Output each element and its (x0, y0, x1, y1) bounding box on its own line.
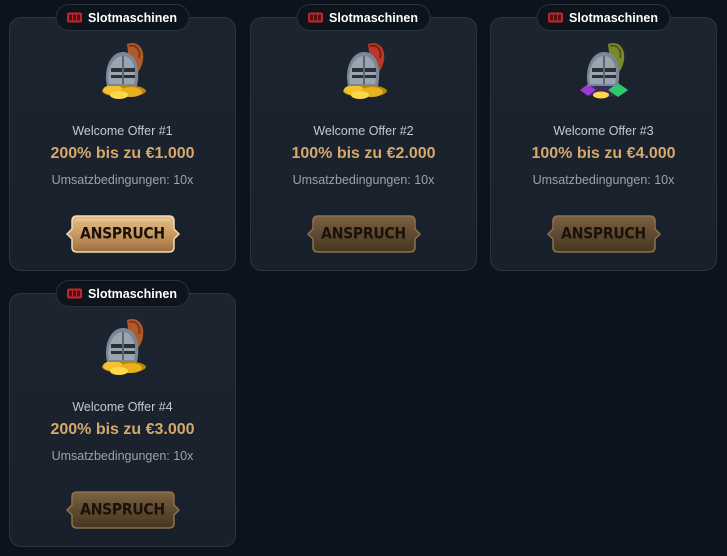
category-label: Slotmaschinen (329, 10, 418, 25)
offer-amount: 100% bis zu €4.000 (531, 145, 676, 162)
claim-button[interactable]: ANSPRUCH (304, 212, 424, 256)
category-label: Slotmaschinen (88, 286, 177, 301)
claim-button[interactable]: ANSPRUCH (63, 488, 183, 532)
category-badge: Slotmaschinen (296, 4, 431, 31)
offer-card: Slotmaschinen Welcome Offer #1 200% bis … (9, 4, 236, 271)
claim-button-label: ANSPRUCH (80, 224, 165, 244)
slot-machine-icon (66, 12, 82, 23)
offer-title: Welcome Offer #1 (72, 124, 173, 138)
offer-card: Slotmaschinen Welcome Offer #3 100% bis … (490, 4, 717, 271)
claim-button-label: ANSPRUCH (321, 224, 406, 244)
knight-helmet-gems-icon (579, 42, 628, 99)
slot-machine-icon (547, 12, 563, 23)
offer-card: Slotmaschinen Welcome Offer #4 200% bis … (9, 280, 236, 547)
claim-button[interactable]: ANSPRUCH (63, 212, 183, 256)
category-badge: Slotmaschinen (55, 280, 190, 307)
offer-amount: 200% bis zu €1.000 (50, 145, 195, 162)
claim-button-label: ANSPRUCH (80, 500, 165, 520)
category-badge: Slotmaschinen (55, 4, 190, 31)
claim-button[interactable]: ANSPRUCH (544, 212, 664, 256)
knight-helmet-coins-icon (101, 42, 146, 99)
knight-helmet-coins-icon (101, 318, 146, 375)
wagering-requirements: Umsatzbedingungen: 10x (51, 449, 194, 463)
offer-title: Welcome Offer #4 (72, 400, 173, 414)
slot-machine-icon (66, 288, 82, 299)
offer-title: Welcome Offer #3 (553, 124, 654, 138)
category-badge: Slotmaschinen (536, 4, 671, 31)
wagering-requirements: Umsatzbedingungen: 10x (51, 173, 194, 187)
knight-helmet-coins-icon (342, 42, 387, 99)
offer-title: Welcome Offer #2 (313, 124, 414, 138)
offer-amount: 200% bis zu €3.000 (50, 421, 195, 438)
claim-button-label: ANSPRUCH (561, 224, 646, 244)
wagering-requirements: Umsatzbedingungen: 10x (532, 173, 675, 187)
offer-card: Slotmaschinen Welcome Offer #2 100% bis … (250, 4, 477, 271)
offer-amount: 100% bis zu €2.000 (291, 145, 436, 162)
slot-machine-icon (307, 12, 323, 23)
category-label: Slotmaschinen (88, 10, 177, 25)
wagering-requirements: Umsatzbedingungen: 10x (292, 173, 435, 187)
category-label: Slotmaschinen (569, 10, 658, 25)
